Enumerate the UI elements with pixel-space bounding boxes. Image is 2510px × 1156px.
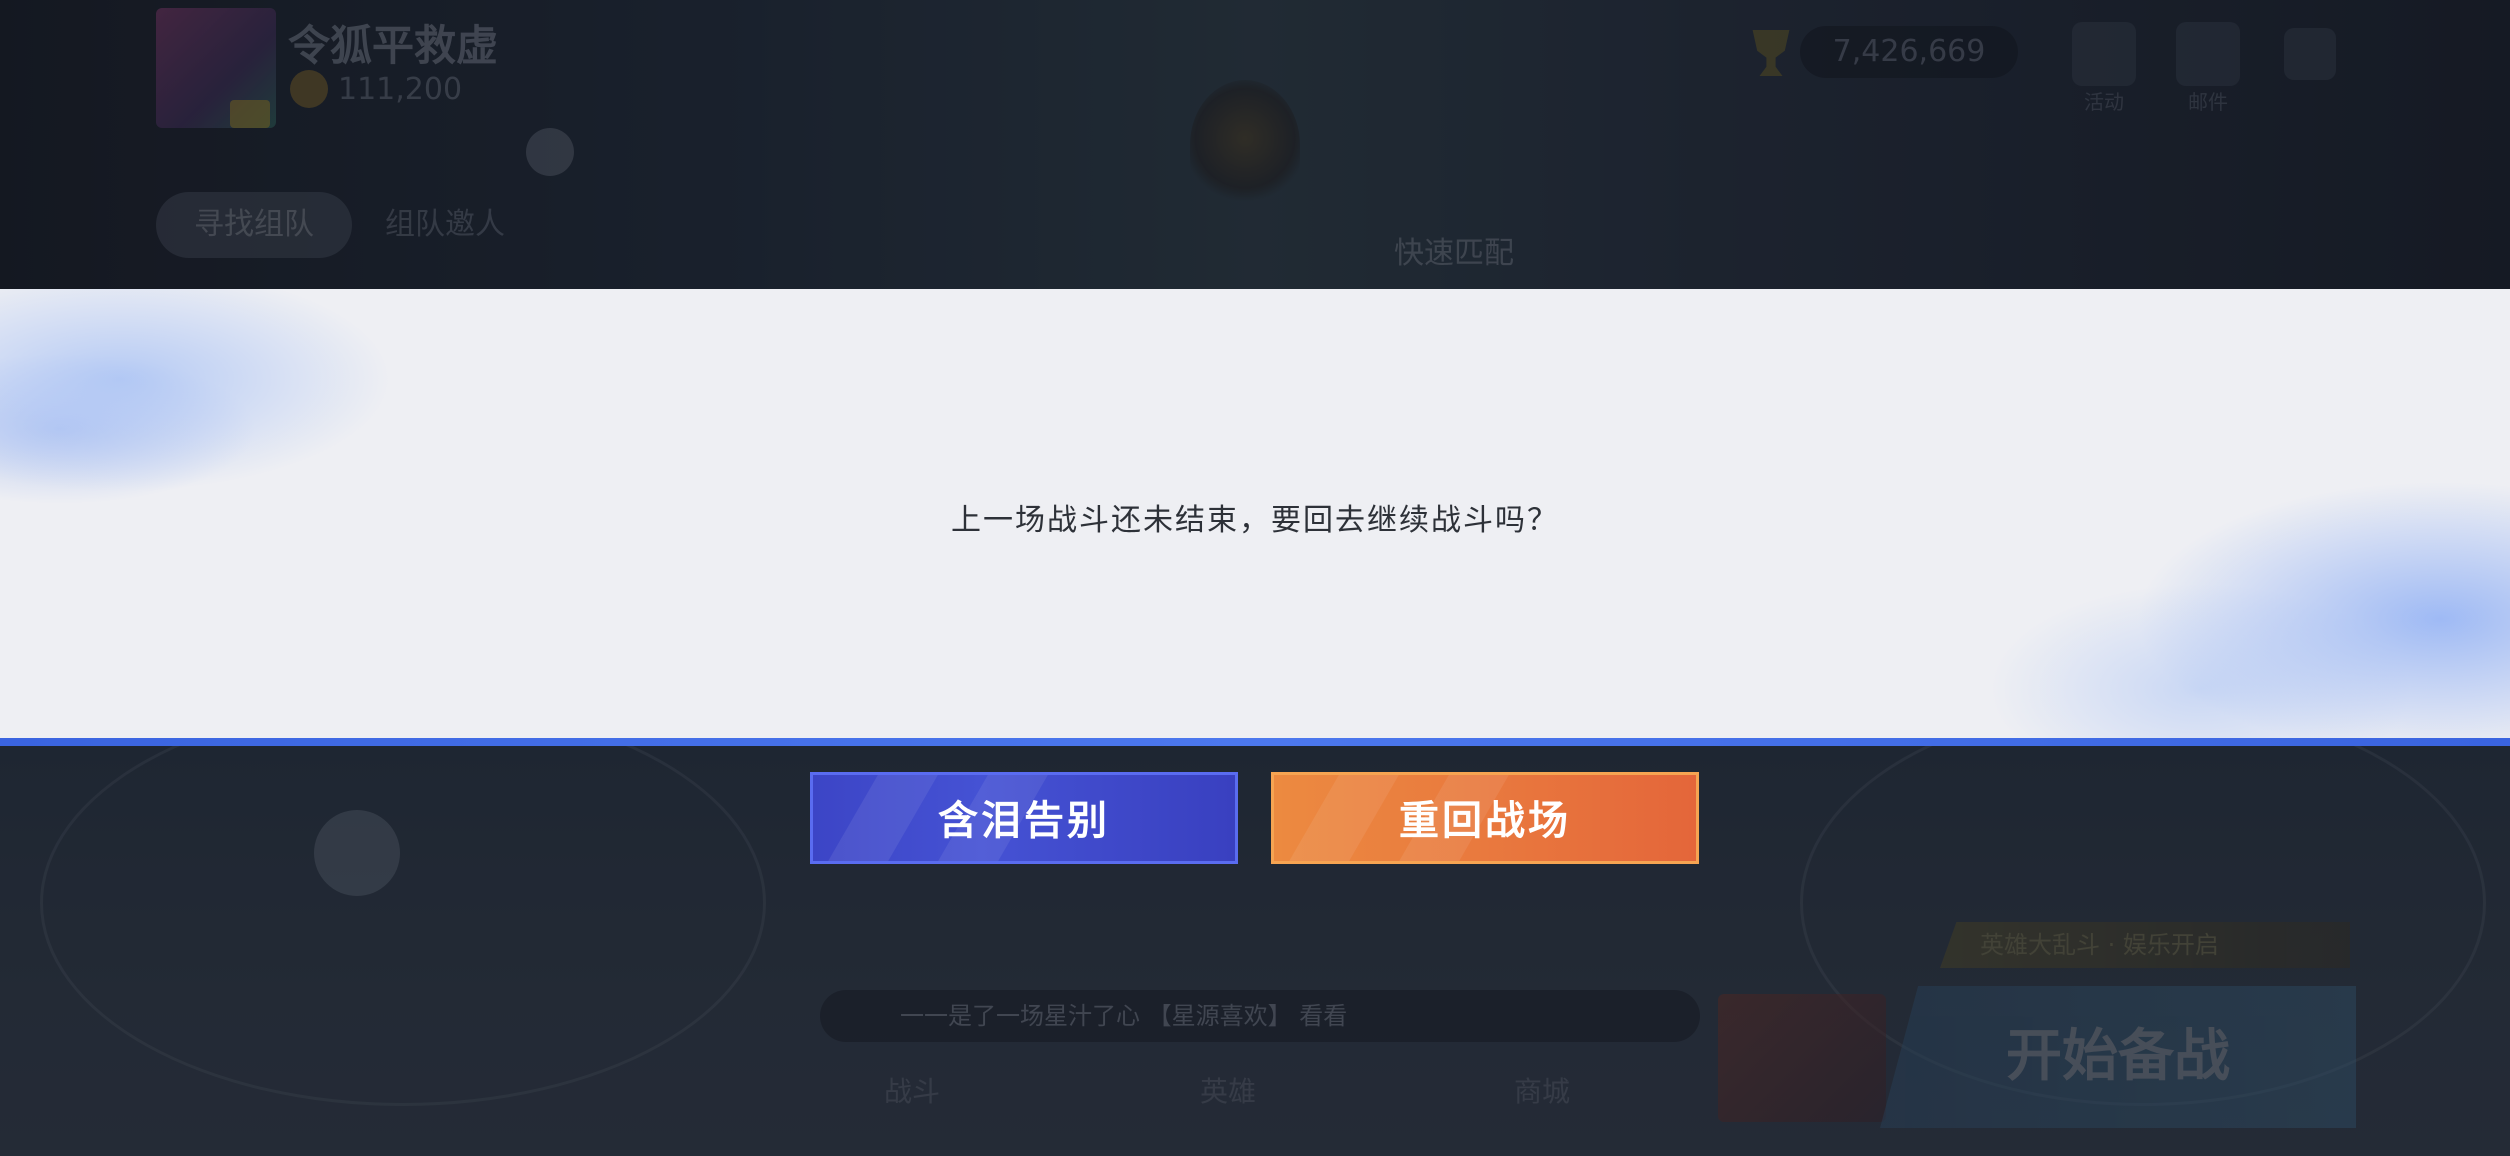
dialog-accent-line — [0, 738, 2510, 746]
farewell-button-label: 含泪告别 — [938, 798, 1110, 844]
game-screen: 令狐平救虚 111,200 寻找组队 组队邀人 7,426,669 活动 邮件 … — [0, 0, 2510, 1156]
return-to-battle-button[interactable]: 重回战场 — [1271, 772, 1699, 864]
button-stripe — [1289, 775, 1399, 861]
return-button-label: 重回战场 — [1399, 798, 1571, 844]
dialog-message: 上一场战斗还未结束，要回去继续战斗吗？ — [951, 503, 1559, 538]
farewell-button[interactable]: 含泪告别 — [810, 772, 1238, 864]
button-stripe — [828, 775, 938, 861]
